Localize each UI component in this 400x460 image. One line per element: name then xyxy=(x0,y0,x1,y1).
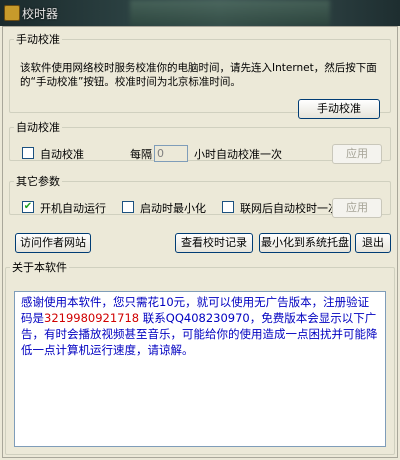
interval-hours-input[interactable]: 0 xyxy=(154,145,188,162)
view-log-button[interactable]: 查看校时记录 xyxy=(175,233,253,253)
app-icon xyxy=(4,5,20,21)
network-sync-checkbox[interactable] xyxy=(222,201,234,213)
manual-calibration-group: 手动校准 该软件使用网络校时服务校准你的电脑时间，请先连入Internet，然后… xyxy=(9,31,391,119)
auto-calibration-legend: 自动校准 xyxy=(16,121,60,134)
auto-calibration-group: 自动校准 自动校准 每隔 0 小时自动校准一次 应用 xyxy=(9,119,391,164)
startup-checkbox[interactable]: ✔ xyxy=(22,201,34,213)
auto-calibrate-checkbox[interactable] xyxy=(22,147,34,159)
network-sync-label: 联网后自动校时一次 xyxy=(240,202,339,215)
interval-prefix-label: 每隔 xyxy=(130,148,152,161)
startup-label: 开机自动运行 xyxy=(40,202,106,215)
other-params-legend: 其它参数 xyxy=(16,175,60,188)
manual-description: 该软件使用网络校时服务校准你的电脑时间，请先连入Internet，然后按下面的“… xyxy=(20,62,377,88)
about-legend: 关于本软件 xyxy=(12,261,67,274)
minimize-to-tray-button[interactable]: 最小化到系统托盘 xyxy=(259,233,351,253)
interval-suffix-label: 小时自动校准一次 xyxy=(194,148,282,161)
other-params-group: 其它参数 ✔ 开机自动运行 启动时最小化 联网后自动校时一次 应用 xyxy=(9,173,391,218)
exit-button[interactable]: 退出 xyxy=(355,233,391,253)
banner-image xyxy=(130,0,330,26)
check-mark-icon: ✔ xyxy=(23,201,33,212)
manual-calibrate-button[interactable]: 手动校准 xyxy=(298,99,380,119)
about-group: 关于本软件 感谢使用本软件，您只需花10元，就可以使用无广告版本，注册验证码是3… xyxy=(5,259,395,455)
about-text-box[interactable]: 感谢使用本软件，您只需花10元，就可以使用无广告版本，注册验证码是3219980… xyxy=(14,291,386,447)
minimize-on-start-checkbox[interactable] xyxy=(122,201,134,213)
manual-calibration-legend: 手动校准 xyxy=(16,33,60,46)
auto-calibrate-label: 自动校准 xyxy=(40,148,84,161)
auto-apply-button[interactable]: 应用 xyxy=(332,144,382,164)
minimize-on-start-label: 启动时最小化 xyxy=(140,202,206,215)
window-title: 校时器 xyxy=(22,7,59,21)
other-apply-button[interactable]: 应用 xyxy=(332,198,382,218)
main-window: 手动校准 该软件使用网络校时服务校准你的电脑时间，请先连入Internet，然后… xyxy=(2,26,398,458)
visit-author-site-button[interactable]: 访问作者网站 xyxy=(15,233,91,253)
title-bar[interactable]: 校时器 xyxy=(0,0,400,26)
registration-code: 3219980921718 xyxy=(44,311,140,325)
